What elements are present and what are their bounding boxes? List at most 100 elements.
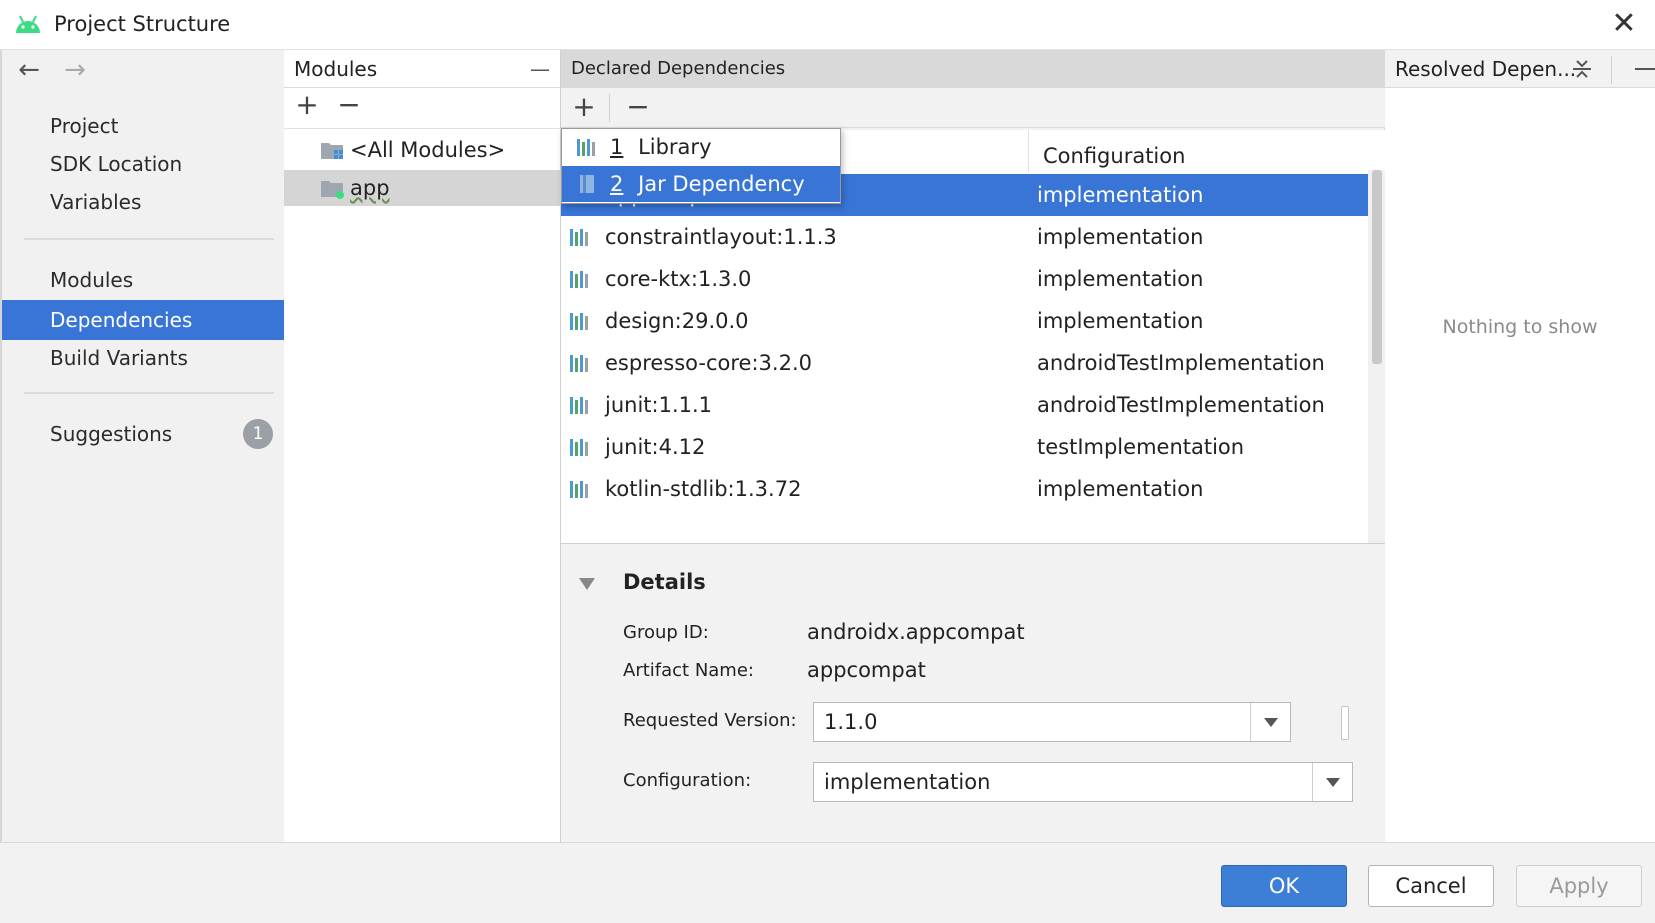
- menu-item-jar-dependency[interactable]: 2 Jar Dependency: [562, 166, 840, 202]
- dependency-configuration: implementation: [1037, 183, 1204, 207]
- library-icon: [570, 397, 588, 414]
- dependency-row[interactable]: constraintlayout:1.1.3 implementation: [561, 216, 1368, 258]
- dependency-configuration: implementation: [1037, 309, 1204, 333]
- library-icon: [577, 139, 595, 156]
- remove-dependency-button[interactable]: −: [621, 90, 655, 126]
- collapse-pane-icon[interactable]: [1635, 68, 1655, 70]
- chevron-down-icon[interactable]: [1250, 703, 1290, 741]
- dialog-footer: OK Cancel Apply: [0, 842, 1655, 923]
- library-icon: [570, 439, 588, 456]
- cancel-button[interactable]: Cancel: [1368, 865, 1494, 907]
- apply-button[interactable]: Apply: [1516, 865, 1642, 907]
- modules-folder-icon: [321, 143, 343, 159]
- requested-version-combo[interactable]: 1.1.0: [813, 702, 1291, 742]
- artifact-name-label: Artifact Name:: [623, 660, 754, 681]
- ok-button[interactable]: OK: [1221, 865, 1347, 907]
- collapse-pane-icon[interactable]: —: [530, 50, 550, 88]
- forward-arrow-icon[interactable]: →: [55, 50, 95, 90]
- dependency-name: kotlin-stdlib:1.3.72: [605, 477, 802, 501]
- module-folder-icon: [321, 181, 344, 199]
- resolved-dependencies-pane: Resolved Depen... Nothing to show: [1385, 50, 1655, 842]
- modules-title: Modules: [294, 57, 378, 81]
- dependency-configuration: implementation: [1037, 267, 1204, 291]
- modules-header: Modules —: [284, 50, 560, 88]
- dependency-name: constraintlayout:1.1.3: [605, 225, 837, 249]
- divider: [284, 128, 561, 129]
- menu-item-library-dependency[interactable]: 1 Library Dependency: [562, 129, 840, 195]
- library-icon: [570, 313, 588, 330]
- dependency-row[interactable]: junit:4.12 testImplementation: [561, 426, 1368, 468]
- dependency-row[interactable]: espresso-core:3.2.0 androidTestImplementa…: [561, 342, 1368, 384]
- requested-version-value: 1.1.0: [824, 710, 878, 734]
- requested-version-label: Requested Version:: [623, 710, 797, 731]
- sidebar: ← → Project SDK Location Variables Modul…: [0, 50, 286, 842]
- menu-item-label: Jar Dependency: [638, 172, 805, 196]
- scrollbar-thumb[interactable]: [1372, 170, 1382, 364]
- sidebar-item-dependencies[interactable]: Dependencies: [2, 300, 286, 340]
- empty-state-text: Nothing to show: [1442, 316, 1598, 338]
- dependency-name: junit:4.12: [605, 435, 706, 459]
- dependency-name: espresso-core:3.2.0: [605, 351, 812, 375]
- configuration-combo[interactable]: implementation: [813, 762, 1353, 802]
- sidebar-item-project[interactable]: Project: [2, 106, 286, 146]
- title-bar: Project Structure ✕: [0, 0, 1655, 50]
- dependency-configuration: implementation: [1037, 477, 1204, 501]
- sidebar-item-modules[interactable]: Modules: [2, 260, 286, 300]
- version-extra-field[interactable]: [1341, 706, 1349, 740]
- dependency-configuration: androidTestImplementation: [1037, 351, 1325, 375]
- library-icon: [570, 355, 588, 372]
- window-title: Project Structure: [54, 12, 231, 36]
- toolbar-separator: [609, 94, 610, 122]
- back-arrow-icon[interactable]: ←: [9, 50, 49, 90]
- chevron-down-icon[interactable]: [1312, 763, 1352, 801]
- details-title: Details: [623, 570, 706, 594]
- dependency-configuration: testImplementation: [1037, 435, 1245, 459]
- resolved-dependencies-header: Resolved Depen...: [1385, 50, 1655, 88]
- modules-pane: Modules — + − <All Modules> app: [284, 50, 561, 842]
- tree-item-label: <All Modules>: [350, 138, 506, 162]
- menu-item-number: 2: [610, 172, 624, 196]
- suggestions-count-badge: 1: [243, 419, 273, 449]
- add-dependency-button[interactable]: +: [567, 90, 601, 126]
- sidebar-divider: [24, 392, 274, 394]
- dependency-row[interactable]: junit:1.1.1 androidTestImplementation: [561, 384, 1368, 426]
- artifact-name-value: appcompat: [807, 658, 926, 682]
- details-panel: Details Group ID: androidx.appcompat Art…: [561, 544, 1385, 842]
- declared-dependencies-header: Declared Dependencies: [561, 50, 1385, 88]
- library-icon: [570, 481, 588, 498]
- dependency-row[interactable]: core-ktx:1.3.0 implementation: [561, 258, 1368, 300]
- tree-item-all-modules[interactable]: <All Modules>: [284, 132, 561, 168]
- dependency-row[interactable]: kotlin-stdlib:1.3.72 implementation: [561, 468, 1368, 510]
- android-icon: [16, 15, 40, 33]
- sidebar-divider: [24, 238, 274, 240]
- dependency-row[interactable]: design:29.0.0 implementation: [561, 300, 1368, 342]
- collapse-all-icon[interactable]: [1571, 58, 1593, 80]
- group-id-label: Group ID:: [623, 622, 709, 643]
- add-dependency-menu: 1 Library Dependency 2 Jar Dependency: [561, 128, 841, 204]
- sidebar-item-variables[interactable]: Variables: [2, 182, 286, 222]
- dependency-configuration: implementation: [1037, 225, 1204, 249]
- table-scrollbar[interactable]: [1368, 170, 1385, 543]
- configuration-value: implementation: [824, 770, 991, 794]
- dependency-name: design:29.0.0: [605, 309, 749, 333]
- menu-item-number: 1: [610, 135, 624, 159]
- close-icon[interactable]: ✕: [1606, 6, 1642, 42]
- column-header-configuration[interactable]: Configuration: [1028, 130, 1368, 172]
- configuration-label: Configuration:: [623, 770, 752, 791]
- dependency-name: junit:1.1.1: [605, 393, 713, 417]
- tree-item-label: app: [350, 176, 390, 200]
- tree-item-app[interactable]: app: [284, 170, 561, 206]
- collapse-details-icon[interactable]: [579, 578, 595, 590]
- sidebar-item-build-variants[interactable]: Build Variants: [2, 338, 286, 378]
- group-id-value: androidx.appcompat: [807, 620, 1025, 644]
- library-icon: [570, 229, 588, 246]
- jar-icon: [580, 175, 594, 193]
- add-module-button[interactable]: +: [290, 88, 324, 124]
- library-icon: [570, 271, 588, 288]
- header-separator: [1611, 56, 1612, 84]
- resolved-title: Resolved Depen...: [1395, 57, 1577, 81]
- remove-module-button[interactable]: −: [332, 88, 366, 124]
- dependency-name: core-ktx:1.3.0: [605, 267, 752, 291]
- sidebar-item-sdk-location[interactable]: SDK Location: [2, 144, 286, 184]
- dependency-configuration: androidTestImplementation: [1037, 393, 1325, 417]
